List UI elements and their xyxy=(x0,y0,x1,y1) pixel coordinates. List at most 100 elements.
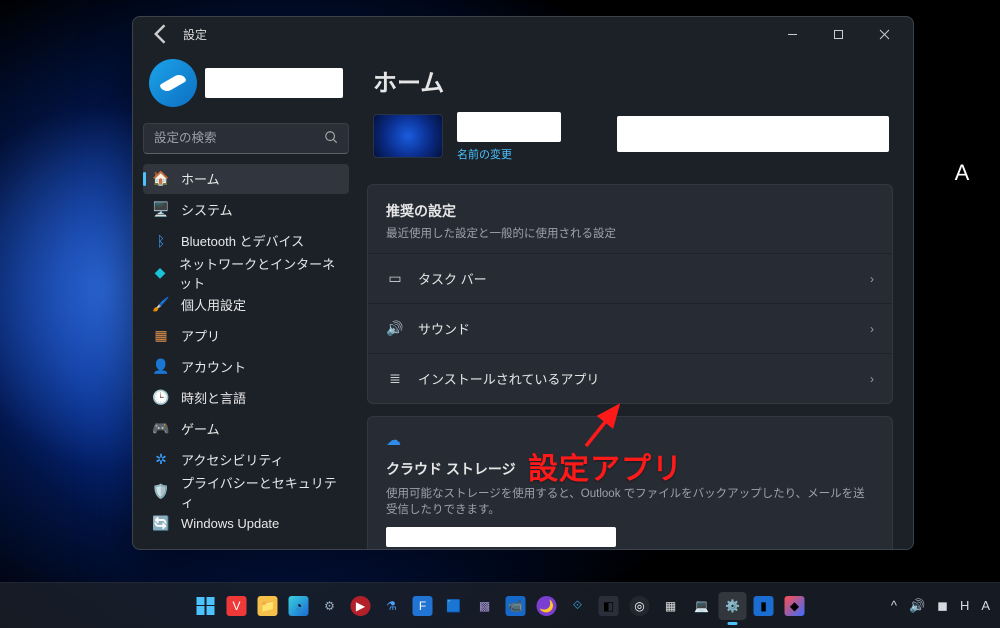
rec-taskbar[interactable]: ▭タスク バー› xyxy=(368,253,892,303)
taskbar-app-vscode[interactable]: ⟐ xyxy=(564,592,592,620)
sidebar: 🏠 ホーム 🖥️ システム ᛒ Bluetooth とデバイス ◆ ネットワークとインターネッ… xyxy=(133,51,359,549)
taskbar-app-12[interactable]: 🌙 xyxy=(533,592,561,620)
system-tray[interactable]: ^ 🔊 ◼ H A xyxy=(891,598,990,614)
titlebar: 設定 xyxy=(133,17,913,51)
nav-gaming-icon: 🎮 xyxy=(153,421,169,437)
taskbar-app-10[interactable]: ▩ xyxy=(471,592,499,620)
nav-update[interactable]: 🔄Windows Update xyxy=(143,509,349,539)
tray-ime-icon[interactable]: H xyxy=(960,598,969,613)
nav-time-language-icon: 🕒 xyxy=(153,390,169,406)
maximize-button[interactable] xyxy=(815,19,861,49)
rec-sound-icon: 🔊 xyxy=(386,320,404,337)
nav-privacy[interactable]: 🛡️ プライバシーとセキュリティ xyxy=(143,476,349,508)
setting-row-label: タスク バー xyxy=(418,269,856,288)
taskbar-app-8[interactable]: F xyxy=(409,592,437,620)
rec-installed-apps-icon: ≣ xyxy=(386,370,404,387)
taskbar: V 📁 ◔ ⚙ ▶ ⚗ F 🟦 ▩ 📹 🌙 ⟐ ◧ ◎ ▦ 💻 ⚙️ ▮ ◆ ^… xyxy=(0,582,1000,628)
page-title: ホーム xyxy=(373,63,893,98)
cloud-storage-card: ☁ クラウド ストレージ 使用可能なストレージを使用すると、Outlook でフ… xyxy=(367,416,893,549)
nav-bluetooth[interactable]: ᛒ Bluetooth とデバイス xyxy=(143,226,349,256)
nav-item-label: 時刻と言語 xyxy=(181,388,246,407)
letter-a-icon: A xyxy=(942,160,982,186)
taskbar-app-19[interactable]: ▮ xyxy=(750,592,778,620)
taskbar-app-settings[interactable]: ⚙️ xyxy=(719,592,747,620)
taskbar-app-17[interactable]: 💻 xyxy=(688,592,716,620)
rec-sound[interactable]: 🔊サウンド› xyxy=(368,303,892,353)
device-row: 名前の変更 xyxy=(367,112,893,162)
nav-update-icon: 🔄 xyxy=(153,516,169,532)
taskbar-app-15[interactable]: ◎ xyxy=(626,592,654,620)
nav-item-label: Bluetooth とデバイス xyxy=(181,231,304,250)
chevron-right-icon: › xyxy=(870,322,874,336)
account-block-redacted xyxy=(617,116,889,152)
main-content: ホーム 名前の変更 推奨の設定 最近使用した設定と一般的に使用される設定 ▭タス… xyxy=(359,51,913,549)
nav-item-label: ネットワークとインターネット xyxy=(179,254,339,292)
nav-personalization-icon: 🖌️ xyxy=(153,297,169,313)
rename-link[interactable]: 名前の変更 xyxy=(457,146,561,162)
taskbar-app-4[interactable]: ◔ xyxy=(285,592,313,620)
nav-home[interactable]: 🏠 ホーム xyxy=(143,164,349,194)
nav-network[interactable]: ◆ ネットワークとインターネット xyxy=(143,257,349,289)
tray-input-icon[interactable]: A xyxy=(981,598,990,613)
desktop-shortcut[interactable]: A xyxy=(942,160,982,186)
chevron-right-icon: › xyxy=(870,272,874,286)
search-input[interactable] xyxy=(154,131,324,145)
profile-section[interactable] xyxy=(143,55,349,117)
tray-chevron-icon[interactable]: ^ xyxy=(891,598,897,613)
nav-gaming[interactable]: 🎮 ゲーム xyxy=(143,414,349,444)
nav-apps-icon: ▦ xyxy=(153,328,169,344)
nav-system[interactable]: 🖥️ システム xyxy=(143,195,349,225)
nav-personalization[interactable]: 🖌️ 個人用設定 xyxy=(143,290,349,320)
nav-accessibility[interactable]: ✲ アクセシビリティ xyxy=(143,445,349,475)
back-button[interactable] xyxy=(147,20,175,48)
profile-name-redacted xyxy=(205,68,343,98)
cloud-icon: ☁ xyxy=(386,431,874,449)
nav-privacy-icon: 🛡️ xyxy=(153,484,169,500)
settings-window: 設定 🏠 ホーム 🖥️ システム ᛒ Bluetooth とデバイス ◆ ネットワークとインタ… xyxy=(132,16,914,550)
taskbar-app-7[interactable]: ⚗ xyxy=(378,592,406,620)
nav-item-label: プライバシーとセキュリティ xyxy=(181,473,339,511)
recommended-title: 推奨の設定 xyxy=(386,201,874,221)
cloud-value-redacted xyxy=(386,527,616,547)
nav-item-label: 個人用設定 xyxy=(181,295,246,314)
taskbar-app-5[interactable]: ⚙ xyxy=(316,592,344,620)
nav-system-icon: 🖥️ xyxy=(153,202,169,218)
cloud-title: クラウド ストレージ xyxy=(386,459,874,479)
nav-accounts[interactable]: 👤 アカウント xyxy=(143,352,349,382)
nav-accessibility-icon: ✲ xyxy=(153,452,169,468)
taskbar-app-20[interactable]: ◆ xyxy=(781,592,809,620)
taskbar-app-explorer[interactable]: 📁 xyxy=(254,592,282,620)
taskbar-center: V 📁 ◔ ⚙ ▶ ⚗ F 🟦 ▩ 📹 🌙 ⟐ ◧ ◎ ▦ 💻 ⚙️ ▮ ◆ xyxy=(192,592,809,620)
nav-item-label: ゲーム xyxy=(181,419,220,438)
nav-item-label: アカウント xyxy=(181,357,246,376)
taskbar-app-6[interactable]: ▶ xyxy=(347,592,375,620)
nav-bluetooth-icon: ᛒ xyxy=(153,233,169,249)
taskbar-app-14[interactable]: ◧ xyxy=(595,592,623,620)
search-box[interactable] xyxy=(143,123,349,154)
nav-time-language[interactable]: 🕒 時刻と言語 xyxy=(143,383,349,413)
tray-network-icon[interactable]: ◼ xyxy=(937,598,948,614)
nav-apps[interactable]: ▦ アプリ xyxy=(143,321,349,351)
chevron-right-icon: › xyxy=(870,372,874,386)
nav-item-label: アクセシビリティ xyxy=(181,450,284,469)
cloud-description: 使用可能なストレージを使用すると、Outlook でファイルをバックアップしたり… xyxy=(386,485,874,517)
taskbar-app-16[interactable]: ▦ xyxy=(657,592,685,620)
close-button[interactable] xyxy=(861,19,907,49)
tray-volume-icon[interactable]: 🔊 xyxy=(909,598,925,614)
nav-network-icon: ◆ xyxy=(153,265,167,281)
recommended-subtitle: 最近使用した設定と一般的に使用される設定 xyxy=(386,225,874,241)
nav-accounts-icon: 👤 xyxy=(153,359,169,375)
taskbar-app-11[interactable]: 📹 xyxy=(502,592,530,620)
taskbar-app-vivaldi[interactable]: V xyxy=(223,592,251,620)
rec-installed-apps[interactable]: ≣インストールされているアプリ› xyxy=(368,353,892,403)
nav-item-label: ホーム xyxy=(181,169,220,188)
nav-list: 🏠 ホーム 🖥️ システム ᛒ Bluetooth とデバイス ◆ ネットワークとインターネッ… xyxy=(143,164,349,539)
nav-item-label: アプリ xyxy=(181,326,220,345)
start-button[interactable] xyxy=(192,592,220,620)
nav-item-label: システム xyxy=(181,200,233,219)
taskbar-app-9[interactable]: 🟦 xyxy=(440,592,468,620)
recommended-card: 推奨の設定 最近使用した設定と一般的に使用される設定 ▭タスク バー›🔊サウンド… xyxy=(367,184,893,404)
nav-home-icon: 🏠 xyxy=(153,171,169,187)
minimize-button[interactable] xyxy=(769,19,815,49)
device-thumbnail xyxy=(373,114,443,158)
